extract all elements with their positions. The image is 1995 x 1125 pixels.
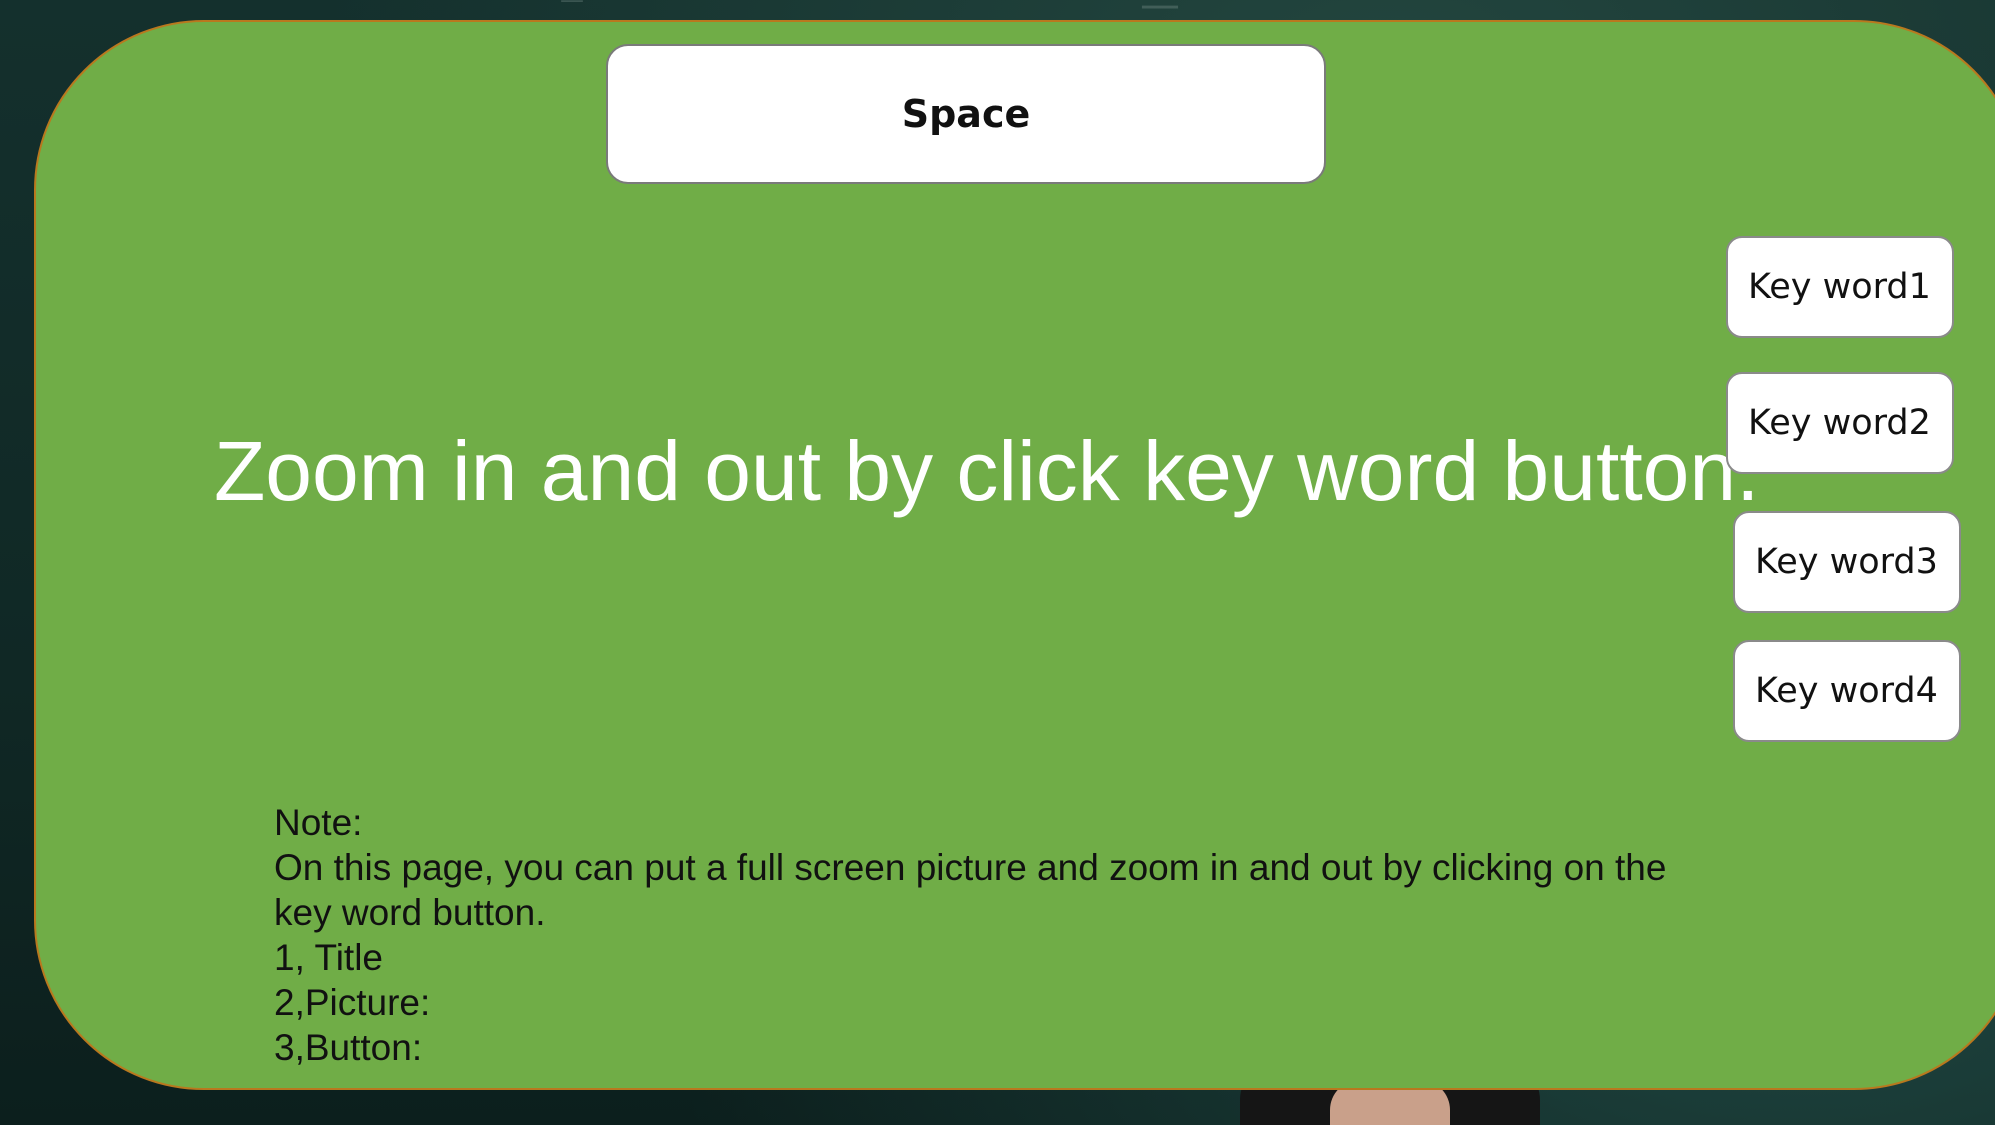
headline-text: Zoom in and out by click key word button… <box>214 424 1760 518</box>
keyword-button-1[interactable]: Key word1 <box>1726 236 1954 338</box>
chalkboard-scribble: — <box>560 0 584 14</box>
keyword-button-3[interactable]: Key word3 <box>1733 511 1961 613</box>
keyword-button-4[interactable]: Key word4 <box>1733 640 1961 742</box>
note-line: key word button. <box>274 892 546 933</box>
note-line: On this page, you can put a full screen … <box>274 847 1667 888</box>
note-item-picture: 2,Picture: <box>274 982 431 1023</box>
space-button[interactable]: Space <box>606 44 1326 184</box>
note-item-button: 3,Button: <box>274 1027 423 1068</box>
note-block: Note: On this page, you can put a full s… <box>274 800 1724 1070</box>
note-heading: Note: <box>274 802 363 843</box>
note-item-title: 1, Title <box>274 937 383 978</box>
keyword-button-2[interactable]: Key word2 <box>1726 372 1954 474</box>
